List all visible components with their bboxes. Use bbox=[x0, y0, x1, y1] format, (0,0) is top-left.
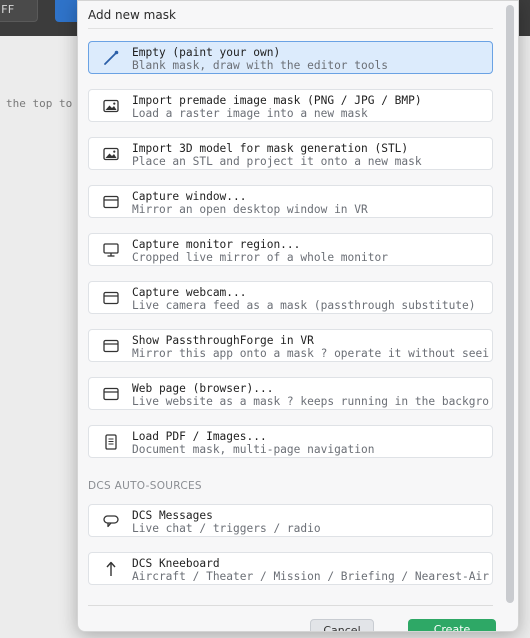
chat-icon bbox=[102, 512, 120, 530]
mask-option-import-image[interactable]: Import premade image mask (PNG / JPG / B… bbox=[88, 89, 493, 122]
option-title: Capture window... bbox=[132, 190, 247, 203]
window-icon bbox=[102, 385, 120, 403]
scrollbar[interactable] bbox=[505, 5, 515, 605]
dialog-title: Add new mask bbox=[88, 8, 176, 22]
option-description: Live camera feed as a mask (passthrough … bbox=[132, 299, 476, 312]
option-title: Import 3D model for mask generation (STL… bbox=[132, 142, 409, 155]
mask-option-import-stl[interactable]: Import 3D model for mask generation (STL… bbox=[88, 137, 493, 170]
option-title: Capture webcam... bbox=[132, 286, 247, 299]
option-title: Show PassthroughForge in VR bbox=[132, 334, 314, 347]
divider bbox=[88, 605, 493, 606]
mask-option-load-pdf[interactable]: Load PDF / Images... Document mask, mult… bbox=[88, 425, 493, 458]
window-icon bbox=[102, 337, 120, 355]
create-button[interactable]: Create bbox=[408, 619, 496, 631]
background-hint-text: the top to bbox=[6, 97, 73, 110]
mask-option-capture-monitor[interactable]: Capture monitor region... Cropped live m… bbox=[88, 233, 493, 266]
option-description: Mirror this app onto a mask ? operate it… bbox=[132, 347, 489, 360]
arrow-up-icon bbox=[102, 560, 120, 578]
option-title: DCS Messages bbox=[132, 509, 213, 522]
divider bbox=[88, 28, 493, 29]
window-icon bbox=[102, 193, 120, 211]
mask-option-web-page[interactable]: Web page (browser)... Live website as a … bbox=[88, 377, 493, 410]
option-title: Load PDF / Images... bbox=[132, 430, 267, 443]
add-mask-dialog: Add new mask Empty (paint your own) Blan… bbox=[77, 0, 519, 632]
option-title: Import premade image mask (PNG / JPG / B… bbox=[132, 94, 422, 107]
option-title: DCS Kneeboard bbox=[132, 557, 220, 570]
option-description: Live website as a mask ? keeps running i… bbox=[132, 395, 489, 408]
option-description: Cropped live mirror of a whole monitor bbox=[132, 251, 388, 264]
scrollbar-thumb[interactable] bbox=[506, 5, 514, 603]
option-description: Place an STL and project it onto a new m… bbox=[132, 155, 422, 168]
mask-option-empty[interactable]: Empty (paint your own) Blank mask, draw … bbox=[88, 41, 493, 74]
mask-option-show-app-in-vr[interactable]: Show PassthroughForge in VR Mirror this … bbox=[88, 329, 493, 362]
option-description: Document mask, multi-page navigation bbox=[132, 443, 375, 456]
option-description: Blank mask, draw with the editor tools bbox=[132, 59, 388, 72]
toggle-off-button[interactable]: FF bbox=[0, 0, 38, 22]
option-description: Live chat / triggers / radio bbox=[132, 522, 321, 535]
window-icon bbox=[102, 289, 120, 307]
mask-source-list: Add new mask Empty (paint your own) Blan… bbox=[78, 1, 518, 621]
mask-option-dcs-kneeboard[interactable]: DCS Kneeboard Aircraft / Theater / Missi… bbox=[88, 552, 493, 585]
mask-option-capture-window[interactable]: Capture window... Mirror an open desktop… bbox=[88, 185, 493, 218]
monitor-icon bbox=[102, 241, 120, 259]
brush-icon bbox=[102, 49, 120, 67]
option-description: Aircraft / Theater / Mission / Briefing … bbox=[132, 570, 489, 583]
image-icon bbox=[102, 97, 120, 115]
option-description: Mirror an open desktop window in VR bbox=[132, 203, 368, 216]
option-title: Web page (browser)... bbox=[132, 382, 274, 395]
image-icon bbox=[102, 145, 120, 163]
document-icon bbox=[102, 433, 120, 451]
cancel-button[interactable]: Cancel bbox=[310, 619, 374, 631]
option-title: Empty (paint your own) bbox=[132, 46, 281, 59]
mask-option-dcs-messages[interactable]: DCS Messages Live chat / triggers / radi… bbox=[88, 504, 493, 537]
option-description: Load a raster image into a new mask bbox=[132, 107, 368, 120]
mask-option-capture-webcam[interactable]: Capture webcam... Live camera feed as a … bbox=[88, 281, 493, 314]
section-label-dcs: DCS AUTO-SOURCES bbox=[88, 480, 202, 492]
option-title: Capture monitor region... bbox=[132, 238, 301, 251]
